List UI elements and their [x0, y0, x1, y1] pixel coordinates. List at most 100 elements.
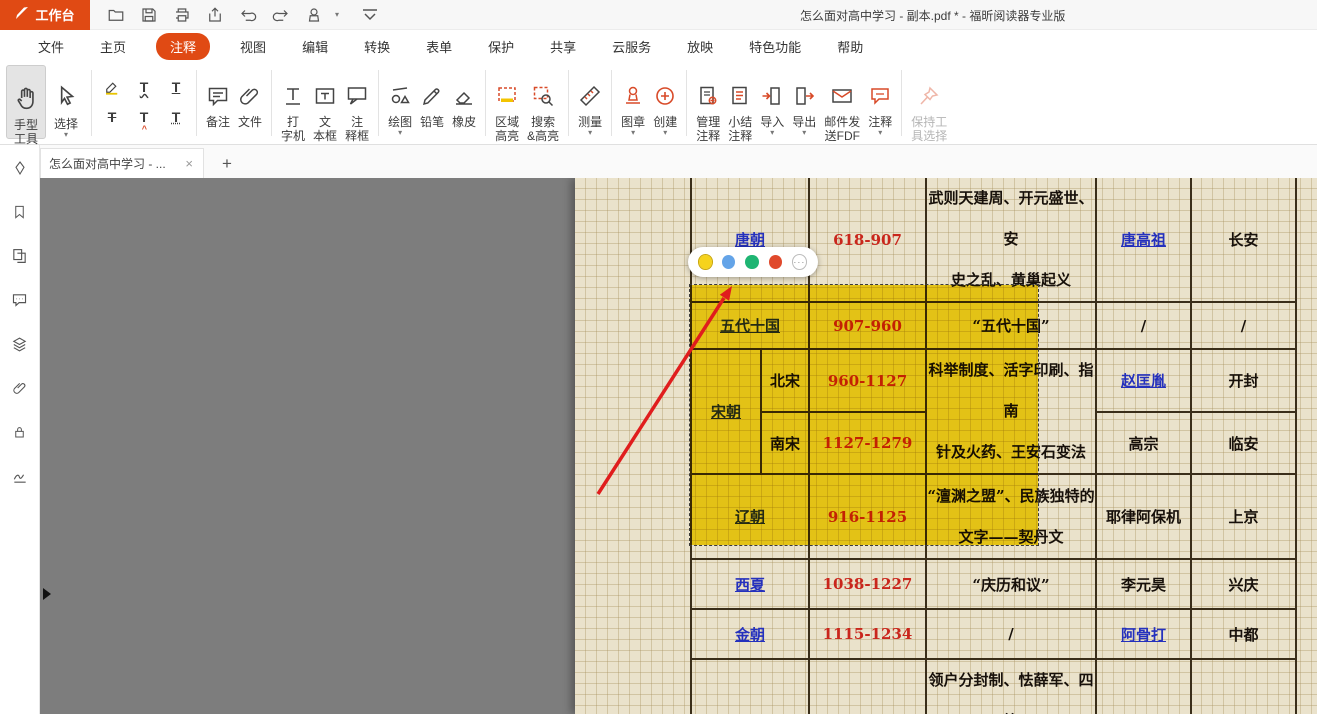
- textbox-icon: [313, 70, 337, 112]
- ribbon-separator: [91, 70, 92, 136]
- color-swatch-green[interactable]: [745, 255, 758, 269]
- page-thumbnails-panel-icon[interactable]: [9, 247, 31, 265]
- ribbon-separator: [271, 70, 272, 136]
- create-plus-icon: [653, 70, 677, 112]
- highlight-text-button[interactable]: [97, 73, 127, 101]
- eraser-icon: [452, 70, 476, 112]
- summarize-comments-label: 小结 注释: [728, 115, 752, 144]
- pencil-button[interactable]: 铅笔: [416, 65, 448, 131]
- tab-close-icon[interactable]: ×: [183, 156, 195, 171]
- attachments-panel-icon[interactable]: [9, 379, 31, 397]
- drawing-shapes-icon: [388, 70, 412, 112]
- navigation-sidebar: [0, 145, 40, 714]
- search-highlight-icon: [531, 70, 555, 112]
- typewriter-button[interactable]: 打 字机: [277, 65, 309, 146]
- menu-edit[interactable]: 编辑: [296, 34, 334, 59]
- stamp-dropdown-caret-icon: ▾: [631, 129, 635, 137]
- measure-dropdown-caret-icon: ▾: [588, 129, 592, 137]
- hand-icon: [13, 71, 39, 115]
- ink-sign-button[interactable]: [302, 4, 326, 26]
- strikeout-text-button[interactable]: T: [97, 103, 127, 131]
- export-comments-button[interactable]: 导出 ▾: [788, 65, 820, 139]
- ruler-icon: [578, 70, 602, 112]
- drawing-button[interactable]: 绘图 ▾: [384, 65, 416, 139]
- menu-view[interactable]: 视图: [234, 34, 272, 59]
- redo-button[interactable]: [269, 4, 293, 26]
- file-attachment-label: 文件: [238, 115, 262, 129]
- new-tab-button[interactable]: +: [218, 154, 236, 178]
- more-colors-button[interactable]: ···: [792, 254, 807, 270]
- color-swatch-red[interactable]: [769, 255, 782, 269]
- menu-comment[interactable]: 注释: [156, 33, 210, 60]
- menu-protect[interactable]: 保护: [482, 34, 520, 59]
- color-swatch-blue[interactable]: [722, 255, 735, 269]
- search-highlight-label: 搜索 &高亮: [527, 115, 559, 144]
- menu-help[interactable]: 帮助: [831, 34, 869, 59]
- underline-text-button[interactable]: T: [161, 73, 191, 101]
- search-highlight-button[interactable]: 搜索 &高亮: [523, 65, 563, 146]
- window-title: 怎么面对高中学习 - 副本.pdf * - 福昕阅读器专业版: [800, 0, 1065, 30]
- squiggly-underline-button[interactable]: T: [129, 73, 159, 101]
- customize-toolbar-chevron-icon[interactable]: [358, 4, 382, 26]
- print-button[interactable]: [170, 4, 194, 26]
- note-label: 备注: [206, 115, 230, 129]
- menu-home[interactable]: 主页: [94, 34, 132, 59]
- area-highlight-icon: [495, 70, 519, 112]
- eraser-button[interactable]: 橡皮: [448, 65, 480, 131]
- create-stamp-button[interactable]: 创建 ▾: [649, 65, 681, 139]
- pencil-label: 铅笔: [420, 115, 444, 129]
- quick-annotate-icon[interactable]: [9, 159, 31, 177]
- bookmarks-panel-icon[interactable]: [9, 203, 31, 221]
- stamp-label: 图章: [621, 115, 645, 129]
- insert-text-button[interactable]: T: [129, 103, 159, 131]
- menu-bar: 文件 主页 注释 视图 编辑 转换 表单 保护 共享 云服务 放映 特色功能 帮…: [0, 30, 1317, 62]
- ribbon-separator: [901, 70, 902, 136]
- save-button[interactable]: [137, 4, 161, 26]
- callout-button[interactable]: 注 释框: [341, 65, 373, 146]
- pushpin-icon: [917, 70, 941, 112]
- open-file-button[interactable]: [104, 4, 128, 26]
- summarize-comments-button[interactable]: 小结 注释: [724, 65, 756, 146]
- signature-panel-icon[interactable]: [9, 467, 31, 485]
- pdf-page[interactable]: 唐朝 618-907 武则天建周、开元盛世、安史之乱、黄巢起义 唐高祖 长安 五…: [575, 178, 1317, 714]
- textbox-button[interactable]: 文 本框: [309, 65, 341, 146]
- callout-icon: [345, 70, 369, 112]
- undo-button[interactable]: [236, 4, 260, 26]
- document-tab-bar: 怎么面对高中学习 - ... × +: [40, 145, 1317, 178]
- menu-convert[interactable]: 转换: [358, 34, 396, 59]
- security-panel-icon[interactable]: [9, 423, 31, 441]
- comments-panel-icon[interactable]: [9, 291, 31, 309]
- manage-comments-label: 管理 注释: [696, 115, 720, 144]
- manage-comments-button[interactable]: 管理 注释: [692, 65, 724, 146]
- eraser-label: 橡皮: [452, 115, 476, 129]
- file-attachment-button[interactable]: 文件: [234, 65, 266, 131]
- email-fdf-label: 邮件发 送FDF: [824, 115, 860, 144]
- menu-share[interactable]: 共享: [544, 34, 582, 59]
- textbox-label: 文 本框: [313, 115, 337, 144]
- area-highlight-button[interactable]: 区域 高亮: [491, 65, 523, 146]
- replace-text-button[interactable]: T: [161, 103, 191, 131]
- layers-panel-icon[interactable]: [9, 335, 31, 353]
- menu-form[interactable]: 表单: [420, 34, 458, 59]
- hand-tool-button[interactable]: 手型 工具: [6, 65, 46, 139]
- callout-label: 注 释框: [345, 115, 369, 144]
- email-fdf-button[interactable]: 邮件发 送FDF: [820, 65, 864, 146]
- note-button[interactable]: 备注: [202, 65, 234, 131]
- import-comments-button[interactable]: 导入 ▾: [756, 65, 788, 139]
- share-comments-button[interactable]: 注释 ▾: [864, 65, 896, 139]
- share-button[interactable]: [203, 4, 227, 26]
- menu-features[interactable]: 特色功能: [743, 34, 807, 59]
- stamp-button[interactable]: 图章 ▾: [617, 65, 649, 139]
- document-tab[interactable]: 怎么面对高中学习 - ... ×: [40, 148, 204, 178]
- arrow-annotation[interactable]: [575, 178, 1317, 714]
- menu-file[interactable]: 文件: [32, 34, 70, 59]
- workspace-button[interactable]: 工作台: [0, 0, 90, 30]
- measure-button[interactable]: 测量 ▾: [574, 65, 606, 139]
- ink-dropdown-caret-icon[interactable]: ▾: [335, 11, 339, 19]
- color-swatch-yellow[interactable]: [699, 255, 712, 269]
- panel-toggle-arrow-icon[interactable]: [43, 588, 51, 600]
- document-viewport[interactable]: 唐朝 618-907 武则天建周、开元盛世、安史之乱、黄巢起义 唐高祖 长安 五…: [40, 178, 1317, 714]
- select-tool-button[interactable]: 选择 ▾: [46, 65, 86, 139]
- menu-cloud[interactable]: 云服务: [606, 34, 657, 59]
- menu-present[interactable]: 放映: [681, 34, 719, 59]
